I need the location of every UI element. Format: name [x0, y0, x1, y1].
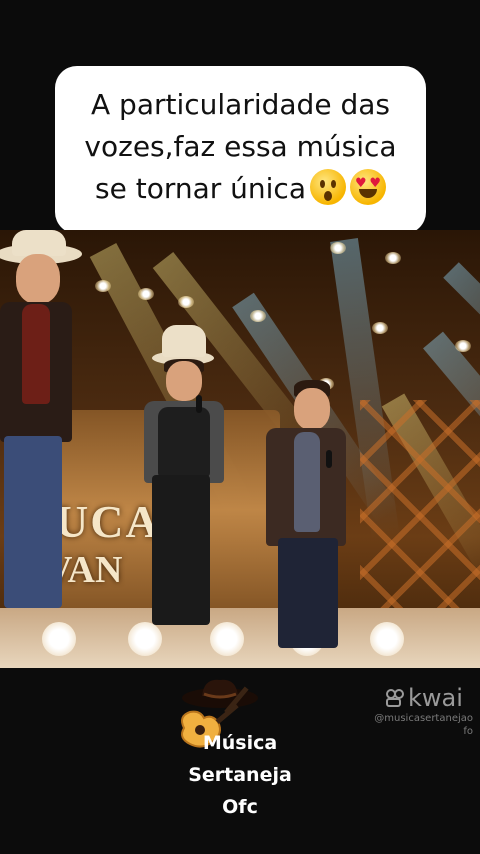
stage-bulb — [95, 280, 111, 292]
stage-bulb — [250, 310, 266, 322]
kwai-handle: @musicasertanejao fo — [368, 712, 473, 738]
stage-bulb — [372, 322, 388, 334]
caption-line-1: A particularidade das — [91, 88, 390, 121]
stage-bulb — [330, 242, 346, 254]
heart-eyes-face-icon: ♥ ♥ — [349, 169, 386, 205]
stage-bulb — [178, 296, 194, 308]
video-stage-frame[interactable]: UCA VAN — [0, 230, 480, 668]
caption-line-3-text: se tornar única — [95, 172, 306, 205]
floor-light — [42, 622, 76, 656]
caption-line-3: se tornar única ♥ ♥ — [71, 168, 410, 210]
floor-light — [370, 622, 404, 656]
singer-center — [138, 325, 228, 625]
wooden-truss — [360, 400, 480, 630]
singer-right — [266, 380, 356, 648]
brand-name-line-3: Ofc — [222, 796, 258, 818]
singer-left — [0, 230, 90, 610]
caption-bubble: A particularidade das vozes,faz essa mús… — [55, 66, 426, 234]
floor-light — [210, 622, 244, 656]
kwai-watermark: kwai — [385, 684, 463, 712]
astonished-face-icon — [309, 169, 346, 205]
kwai-logo-text: kwai — [408, 684, 463, 712]
kwai-camera-icon — [386, 689, 404, 707]
stage-bulb — [138, 288, 154, 300]
brand-name-line-2: Sertaneja — [188, 764, 292, 786]
kwai-handle-line-2: fo — [463, 726, 473, 737]
caption-line-2: vozes,faz essa música — [84, 130, 397, 163]
stage-bulb — [455, 340, 471, 352]
kwai-handle-line-1: @musicasertanejao — [374, 713, 473, 724]
stage-bulb — [385, 252, 401, 264]
floor-light — [128, 622, 162, 656]
